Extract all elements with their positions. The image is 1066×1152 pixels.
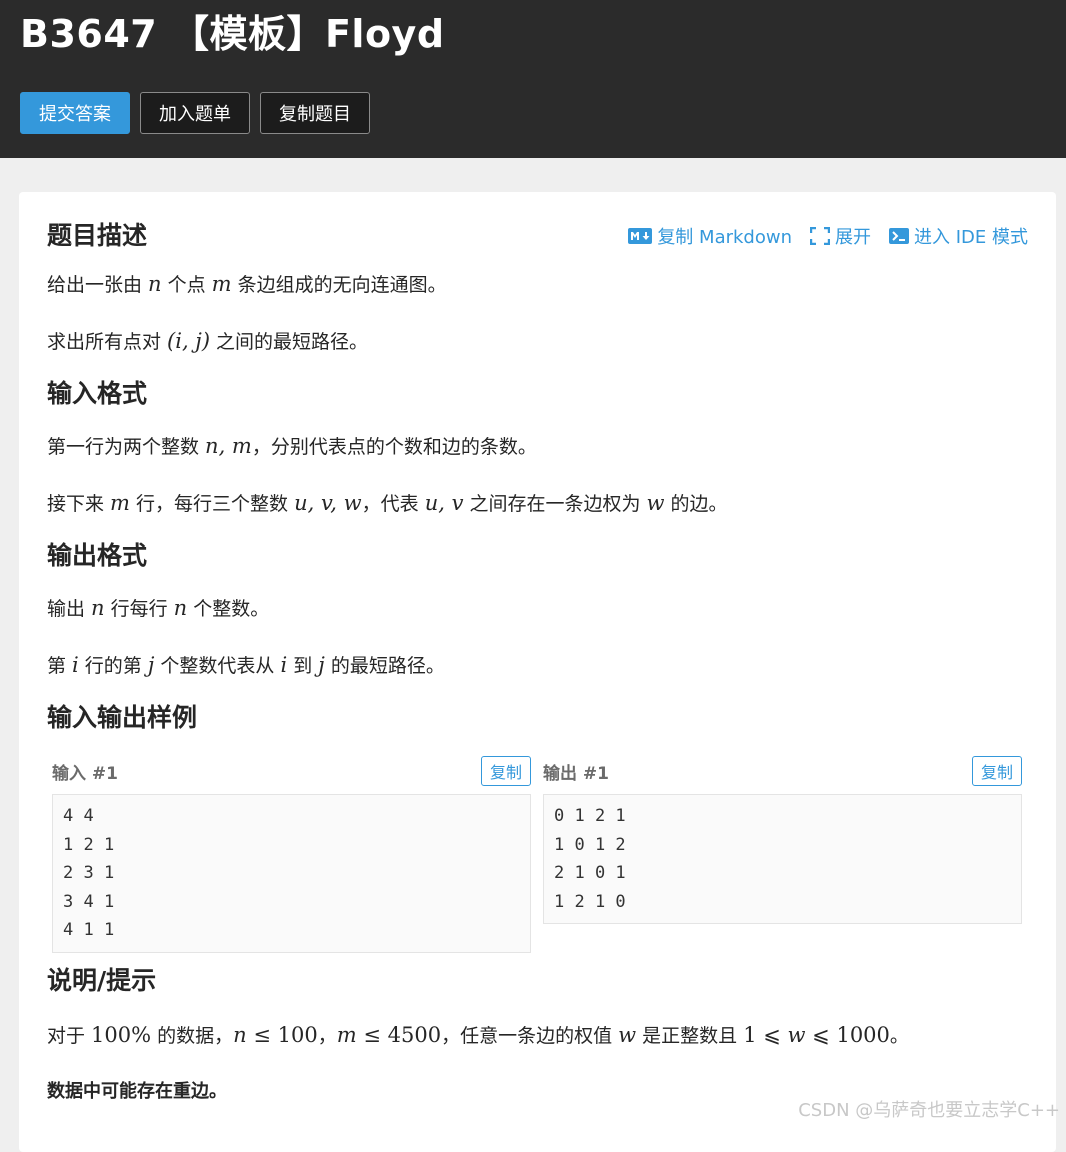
math-w: w [787,1022,806,1047]
math-nm: n, m [205,434,252,458]
hints-title: 说明/提示 [47,965,157,995]
csdn-watermark: CSDN @乌萨奇也要立志学C++ [798,1100,1060,1121]
math-1000: 1000 [836,1022,890,1047]
terminal-icon [889,228,909,244]
description-header: 题目描述 复制 Markdown 展开 进入 IDE 模式 [47,220,1028,252]
copy-output-button[interactable]: 复制 [971,756,1022,786]
problem-toolbar: 复制 Markdown 展开 进入 IDE 模式 [628,223,1028,249]
text: 个整数。 [187,598,270,620]
ide-mode-label: 进入 IDE 模式 [914,227,1028,248]
sample-input-code[interactable]: 4 4 1 2 1 2 3 1 3 4 1 4 1 1 [52,794,531,953]
header-actions: 提交答案 加入题单 复制题目 [20,92,1046,134]
text: 行每行 [104,598,174,620]
text: 到 [287,655,319,677]
text: 之间存在一条边权为 [463,493,647,515]
text: 行的第 [78,655,148,677]
math-percent: 100% [91,1022,152,1047]
output-format-title: 输出格式 [47,541,148,570]
text: 求出所有点对 [47,331,168,353]
copy-input-button[interactable]: 复制 [480,756,531,786]
samples-container: 输入 #1 复制 4 4 1 2 1 2 3 1 3 4 1 4 1 1 输出 … [47,756,1028,953]
samples-title: 输入输出样例 [47,703,198,732]
copy-problem-button[interactable]: 复制题目 [260,92,370,134]
text: 个点 [161,274,212,296]
math-m: m [211,272,232,296]
sample-output-header: 输出 #1 复制 [543,756,1022,786]
math-m: m [336,1022,357,1047]
math-pair: (i, j) [167,329,211,353]
text: 接下来 [47,493,111,515]
math-le: ⩽ [805,1022,837,1047]
text: 个整数代表从 [154,655,281,677]
math-n: n [91,596,105,620]
math-100: 100 [277,1022,318,1047]
markdown-icon [628,228,653,244]
input-format-title: 输入格式 [47,379,148,408]
math-w: w [618,1022,637,1047]
math-4500: 4500 [387,1022,442,1047]
input-format-paragraph-1: 第一行为两个整数 n, m，分别代表点的个数和边的条数。 [47,432,1028,461]
text: 之间的最短路径。 [210,331,369,353]
math-n: n [148,272,162,296]
copy-markdown-label: 复制 Markdown [657,227,792,248]
text: 第一行为两个整数 [47,436,206,458]
submit-answer-button[interactable]: 提交答案 [20,92,130,134]
sample-input-label: 输入 #1 [52,763,118,784]
math-le: ≤ [356,1022,388,1047]
problem-title: B3647 【模板】Floyd [20,12,445,56]
text: 对于 [47,1024,92,1047]
sample-input-header: 输入 #1 复制 [52,756,531,786]
copy-markdown-link[interactable]: 复制 Markdown [628,223,792,249]
math-le: ⩽ [756,1022,788,1047]
text: ，代表 [361,493,425,515]
description-title: 题目描述 [47,221,148,250]
problem-card: 题目描述 复制 Markdown 展开 进入 IDE 模式 给出一张由 n 个点… [19,192,1056,1152]
add-to-list-button[interactable]: 加入题单 [140,92,250,134]
hints-paragraph-1: 对于 100% 的数据，n ≤ 100，m ≤ 4500，任意一条边的权值 w … [47,1021,1028,1050]
ide-mode-link[interactable]: 进入 IDE 模式 [889,223,1028,249]
sample-output-label: 输出 #1 [543,763,609,784]
text: 。 [889,1024,909,1047]
problem-header: B3647 【模板】Floyd 提交答案 加入题单 复制题目 [0,0,1066,158]
sample-output-code[interactable]: 0 1 2 1 1 0 1 2 2 1 0 1 1 2 1 0 [543,794,1022,924]
expand-icon [810,227,830,245]
math-uv: u, v [424,491,464,515]
output-format-paragraph-2: 第 i 行的第 j 个整数代表从 i 到 j 的最短路径。 [47,651,1028,680]
input-format-paragraph-2: 接下来 m 行，每行三个整数 u, v, w，代表 u, v 之间存在一条边权为… [47,489,1028,518]
text: 行，每行三个整数 [129,493,295,515]
math-i: i [72,653,79,677]
math-m: m [110,491,130,515]
output-format-paragraph-1: 输出 n 行每行 n 个整数。 [47,594,1028,623]
description-paragraph-1: 给出一张由 n 个点 m 条边组成的无向连通图。 [47,270,1028,299]
sample-input-block: 输入 #1 复制 4 4 1 2 1 2 3 1 3 4 1 4 1 1 [52,756,531,953]
math-n: n [173,596,188,620]
expand-link[interactable]: 展开 [810,223,871,249]
text: 的最短路径。 [324,655,445,677]
math-le: ≤ [246,1022,278,1047]
text: ，分别代表点的个数和边的条数。 [251,436,537,458]
text: 输出 [47,598,92,620]
math-uvw: u, v, w [294,491,362,515]
text: 的边。 [664,493,728,515]
math-w: w [646,491,665,515]
expand-label: 展开 [835,227,871,248]
description-paragraph-2: 求出所有点对 (i, j) 之间的最短路径。 [47,327,1028,356]
text: ，任意一条边的权值 [441,1024,619,1047]
text: 第 [47,655,73,677]
text: 的数据， [151,1024,234,1047]
sample-output-block: 输出 #1 复制 0 1 2 1 1 0 1 2 2 1 0 1 1 2 1 0 [543,756,1022,953]
text: 给出一张由 [47,274,149,296]
text: ， [317,1024,337,1047]
math-1: 1 [743,1022,757,1047]
text: 是正整数且 [636,1024,744,1047]
text: 条边组成的无向连通图。 [231,274,447,296]
math-n: n [233,1022,247,1047]
